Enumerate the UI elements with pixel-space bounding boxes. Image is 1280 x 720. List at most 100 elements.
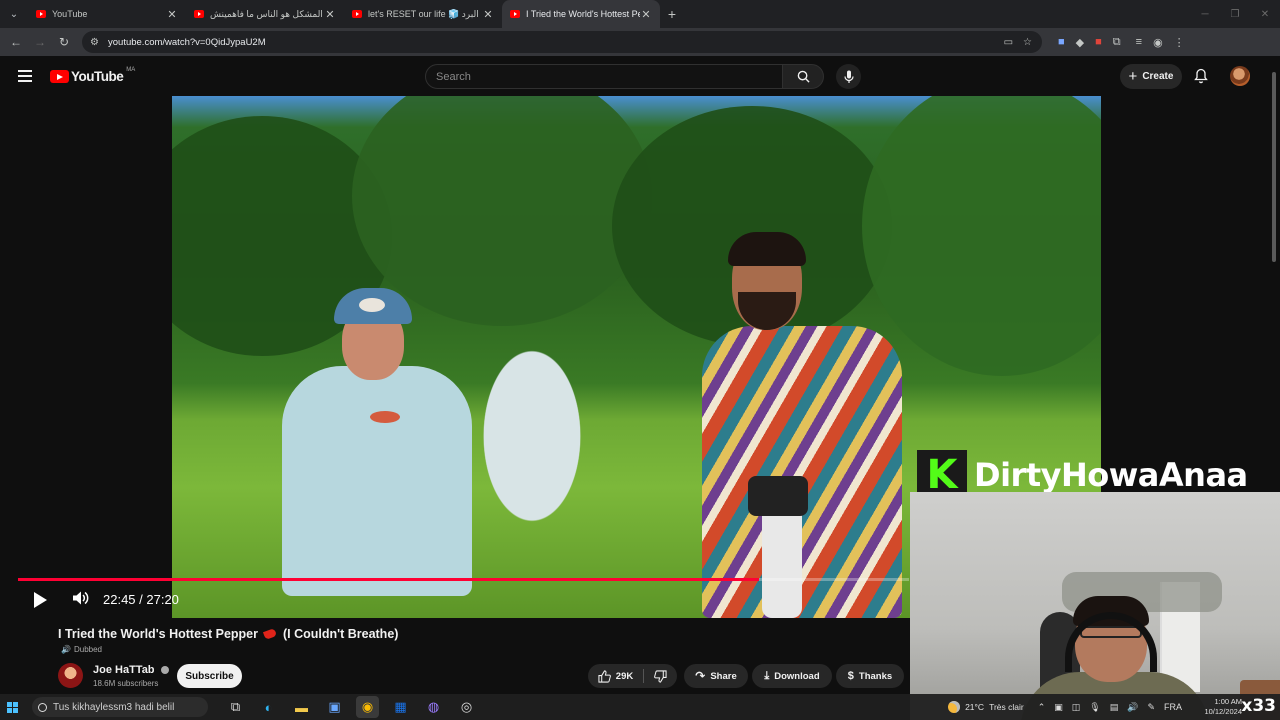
- menu-icon[interactable]: [18, 70, 32, 82]
- subscribe-button[interactable]: Subscribe: [177, 664, 242, 688]
- download-button[interactable]: ⤓ Download: [752, 664, 832, 688]
- mic-tray-icon[interactable]: 🎙: [1089, 702, 1100, 713]
- network-icon[interactable]: ▤: [1110, 702, 1119, 713]
- cast-icon[interactable]: ▭: [1004, 37, 1013, 48]
- like-dislike-group: 29K: [588, 664, 677, 688]
- create-button[interactable]: + Create: [1120, 64, 1182, 89]
- profile-icon[interactable]: ◉: [1153, 36, 1163, 49]
- volume-icon[interactable]: [72, 590, 89, 611]
- weather-moon-icon: [948, 701, 961, 713]
- system-tray: 21°C Très clair ⌃ ▣ ◫ 🎙 ▤ 🔊 ✎ FRA 1:00 A…: [948, 694, 1280, 720]
- subscriber-count: 18.6M subscribers: [93, 679, 159, 688]
- tray-chat-icon[interactable]: ◫: [1072, 702, 1081, 713]
- obs-icon[interactable]: ◎: [455, 696, 478, 718]
- browser-tab[interactable]: let's RESET our life 🧊 البرد ✕: [344, 0, 502, 28]
- bookmark-star-icon[interactable]: ☆: [1023, 37, 1032, 48]
- pen-icon[interactable]: ✎: [1147, 702, 1155, 713]
- corner-badge: x33: [1241, 696, 1276, 716]
- plus-icon: +: [1128, 68, 1138, 85]
- play-button[interactable]: [31, 590, 49, 610]
- channel-name[interactable]: Joe HaTTab: [93, 664, 169, 676]
- chevron-up-icon[interactable]: ⌃: [1038, 702, 1046, 713]
- translate-extension-icon[interactable]: ■: [1058, 36, 1065, 49]
- forward-icon[interactable]: →: [28, 35, 52, 49]
- tab-close-icon[interactable]: ✕: [324, 8, 336, 21]
- tab-title: let's RESET our life 🧊 البرد: [368, 8, 479, 19]
- thumbs-up-icon: [598, 669, 611, 683]
- language-indicator[interactable]: FRA: [1164, 702, 1182, 713]
- share-button[interactable]: ↷ Share: [684, 664, 748, 688]
- tray-app-icon[interactable]: ▣: [1054, 702, 1063, 713]
- tab-close-icon[interactable]: ✕: [166, 8, 178, 21]
- window-controls: ─ ❐ ✕: [1190, 0, 1280, 28]
- extension-red-icon[interactable]: ■: [1095, 36, 1102, 49]
- back-icon[interactable]: ←: [4, 35, 28, 49]
- tab-title: I Tried the World's Hottest Pepp: [526, 9, 640, 19]
- clock[interactable]: 1:00 AM 10/12/2024: [1192, 697, 1242, 717]
- media-controls-icon[interactable]: ≡: [1136, 36, 1142, 49]
- browser-tab[interactable]: المشكل هو الناس ما فاهمينش ✕: [186, 0, 344, 28]
- youtube-favicon-icon: [36, 10, 46, 18]
- tab-close-icon[interactable]: ✕: [482, 8, 494, 21]
- discord-icon[interactable]: ◍: [422, 696, 445, 718]
- video-person-cap: [272, 276, 472, 618]
- time-display: 22:45 / 27:20: [103, 592, 179, 607]
- webcam-overlay: [910, 492, 1280, 720]
- channel-avatar[interactable]: [58, 663, 83, 688]
- browser-menu-icon[interactable]: ⋮: [1174, 36, 1185, 49]
- outlook-icon[interactable]: ▦: [389, 696, 412, 718]
- store-icon[interactable]: ▣: [323, 696, 346, 718]
- reload-icon[interactable]: ↻: [52, 35, 76, 49]
- browser-tab-bar: ⌄ YouTube ✕ المشكل هو الناس ما فاهمينش ✕…: [0, 0, 1280, 28]
- extension-diamond-icon[interactable]: ◆: [1076, 36, 1084, 49]
- weather-widget[interactable]: 21°C Très clair: [948, 701, 1024, 713]
- start-button[interactable]: [0, 694, 24, 720]
- url-field[interactable]: ⚙ youtube.com/watch?v=0QidJypaU2M ▭ ☆: [82, 31, 1042, 53]
- site-info-icon[interactable]: ⚙: [90, 37, 102, 48]
- super-thanks-icon: $: [847, 670, 854, 682]
- maximize-icon[interactable]: ❐: [1220, 0, 1250, 28]
- speaker-icon[interactable]: 🔊: [1127, 702, 1138, 713]
- extensions-puzzle-icon[interactable]: ⧉: [1113, 36, 1121, 49]
- edge-browser-icon[interactable]: ◐: [257, 696, 280, 718]
- windows-taskbar: Tus kikhaylessm3 hadi belil ⧉ ◐ ▬ ▣ ◉ ▦ …: [0, 694, 1280, 720]
- browser-tab-active[interactable]: I Tried the World's Hottest Pepp ✕: [502, 0, 660, 28]
- browser-tab[interactable]: YouTube ✕: [28, 0, 186, 28]
- youtube-favicon-icon: [352, 10, 362, 18]
- search-box: [425, 64, 783, 89]
- tab-title: المشكل هو الناس ما فاهمينش: [210, 8, 323, 19]
- video-progress-bar[interactable]: [18, 578, 909, 581]
- youtube-play-logo-icon: [50, 70, 69, 83]
- search-input[interactable]: [426, 65, 782, 88]
- close-window-icon[interactable]: ✕: [1250, 0, 1280, 28]
- chrome-icon[interactable]: ◉: [356, 696, 379, 718]
- notifications-bell-icon[interactable]: [1194, 68, 1208, 89]
- youtube-logo[interactable]: YouTube MA: [50, 67, 135, 84]
- video-person-host: [662, 232, 902, 618]
- voice-search-button[interactable]: [836, 64, 861, 89]
- url-text: youtube.com/watch?v=0QidJypaU2M: [108, 36, 266, 48]
- tab-close-icon[interactable]: ✕: [640, 8, 652, 21]
- verified-check-icon: [160, 666, 169, 675]
- thanks-button[interactable]: $ Thanks: [836, 664, 904, 688]
- file-explorer-icon[interactable]: ▬: [290, 696, 313, 718]
- taskbar-search[interactable]: Tus kikhaylessm3 hadi belil: [32, 697, 208, 717]
- like-button[interactable]: 29K: [598, 669, 633, 683]
- page-scrollbar[interactable]: [1270, 62, 1278, 262]
- audio-track-icon: 🔊: [61, 645, 71, 654]
- video-title: I Tried the World's Hottest Pepper (I Co…: [58, 627, 399, 641]
- tab-title: YouTube: [52, 9, 88, 19]
- task-view-icon[interactable]: ⧉: [224, 696, 247, 718]
- search-button[interactable]: [782, 64, 824, 89]
- thumbs-down-icon[interactable]: [654, 669, 667, 683]
- new-tab-icon[interactable]: +: [660, 6, 684, 22]
- share-arrow-icon: ↷: [695, 669, 706, 683]
- windows-logo-icon: [6, 701, 18, 713]
- search-icon: [38, 702, 47, 712]
- youtube-header: YouTube MA + Create: [0, 56, 1280, 96]
- account-avatar[interactable]: [1230, 66, 1250, 86]
- address-bar-row: ← → ↻ ⚙ youtube.com/watch?v=0QidJypaU2M …: [0, 28, 1280, 56]
- minimize-icon[interactable]: ─: [1190, 0, 1220, 28]
- tab-search-icon[interactable]: ⌄: [0, 0, 28, 28]
- microphone-icon: [843, 70, 854, 83]
